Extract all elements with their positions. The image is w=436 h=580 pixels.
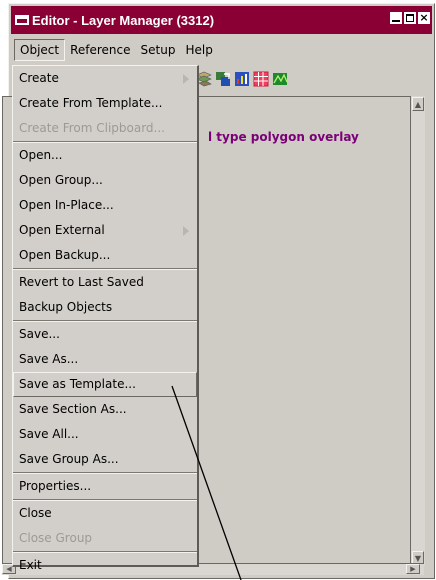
menu-item-label: Create From Clipboard... (19, 121, 165, 135)
menu-item-save-group-as[interactable]: Save Group As... (13, 447, 197, 472)
menu-item-create-from-clipboard: Create From Clipboard... (13, 116, 197, 141)
menu-item-label: Backup Objects (19, 300, 113, 314)
window-menu-icon[interactable] (15, 15, 29, 25)
close-icon[interactable]: × (418, 12, 430, 24)
menu-item-exit[interactable]: Exit (13, 553, 197, 578)
menu-reference[interactable]: Reference (65, 40, 135, 60)
menu-item-close-group: Close Group (13, 526, 197, 551)
menu-item-label: Save... (19, 327, 60, 341)
menu-item-label: Save Group As... (19, 452, 119, 466)
menu-item-label: Open Backup... (19, 248, 111, 262)
menu-item-backup-objects[interactable]: Backup Objects (13, 295, 197, 320)
toolbar (196, 71, 288, 87)
layer-label: l type polygon overlay (208, 130, 359, 144)
menu-item-save[interactable]: Save... (13, 322, 197, 347)
menu-item-label: Open Group... (19, 173, 103, 187)
submenu-arrow-icon (183, 226, 189, 236)
menu-item-label: Open External (19, 223, 105, 237)
menu-item-open[interactable]: Open... (13, 143, 197, 168)
menu-item-label: Save All... (19, 427, 79, 441)
minimize-icon[interactable] (390, 12, 402, 24)
menu-item-open-external[interactable]: Open External (13, 218, 197, 243)
submenu-arrow-icon (183, 74, 189, 84)
menu-item-save-as[interactable]: Save As... (13, 347, 197, 372)
menu-item-label: Open... (19, 148, 63, 162)
grid-table-icon[interactable] (253, 71, 269, 87)
maximize-icon[interactable] (404, 12, 416, 24)
menu-item-create-from-template[interactable]: Create From Template... (13, 91, 197, 116)
menu-item-save-section-as[interactable]: Save Section As... (13, 397, 197, 422)
scroll-up-icon[interactable]: ▲ (412, 97, 424, 111)
menu-item-label: Create From Template... (19, 96, 163, 110)
menu-setup[interactable]: Setup (136, 40, 181, 60)
menu-item-close[interactable]: Close (13, 501, 197, 526)
menu-item-label: Save As... (19, 352, 79, 366)
title-bar[interactable]: Editor - Layer Manager (3312) × (11, 6, 432, 34)
menu-item-label: Revert to Last Saved (19, 275, 144, 289)
menu-bar: Object Reference Setup Help (11, 37, 432, 63)
map-layer-icon[interactable] (272, 71, 288, 87)
menu-item-save-all[interactable]: Save All... (13, 422, 197, 447)
window-title: Editor - Layer Manager (3312) (32, 12, 215, 28)
menu-item-revert-to-last-saved[interactable]: Revert to Last Saved (13, 270, 197, 295)
menu-item-open-group[interactable]: Open Group... (13, 168, 197, 193)
menu-object[interactable]: Object (14, 39, 66, 61)
menu-item-label: Create (19, 71, 59, 85)
menu-item-open-in-place[interactable]: Open In-Place... (13, 193, 197, 218)
menu-item-label: Save Section As... (19, 402, 127, 416)
vertical-scrollbar[interactable]: ▲ ▼ (410, 96, 425, 566)
menu-item-properties[interactable]: Properties... (13, 474, 197, 499)
object-menu: Create Create From Template... Create From… (12, 65, 199, 572)
menu-item-label: Exit (19, 558, 42, 572)
menu-item-label: Properties... (19, 479, 92, 493)
menu-item-open-backup[interactable]: Open Backup... (13, 243, 197, 268)
menu-item-label: Save as Template... (19, 377, 136, 391)
menu-item-label: Close Group (19, 531, 93, 545)
chart-layer-icon[interactable] (234, 71, 250, 87)
menu-item-label: Close (19, 506, 52, 520)
menu-help[interactable]: Help (180, 40, 217, 60)
scroll-right-icon[interactable]: ▶ (406, 564, 420, 574)
menu-item-save-as-template[interactable]: Save as Template... (13, 372, 197, 397)
import-icon[interactable] (215, 71, 231, 87)
menu-item-create[interactable]: Create (13, 66, 197, 91)
menu-item-label: Open In-Place... (19, 198, 114, 212)
